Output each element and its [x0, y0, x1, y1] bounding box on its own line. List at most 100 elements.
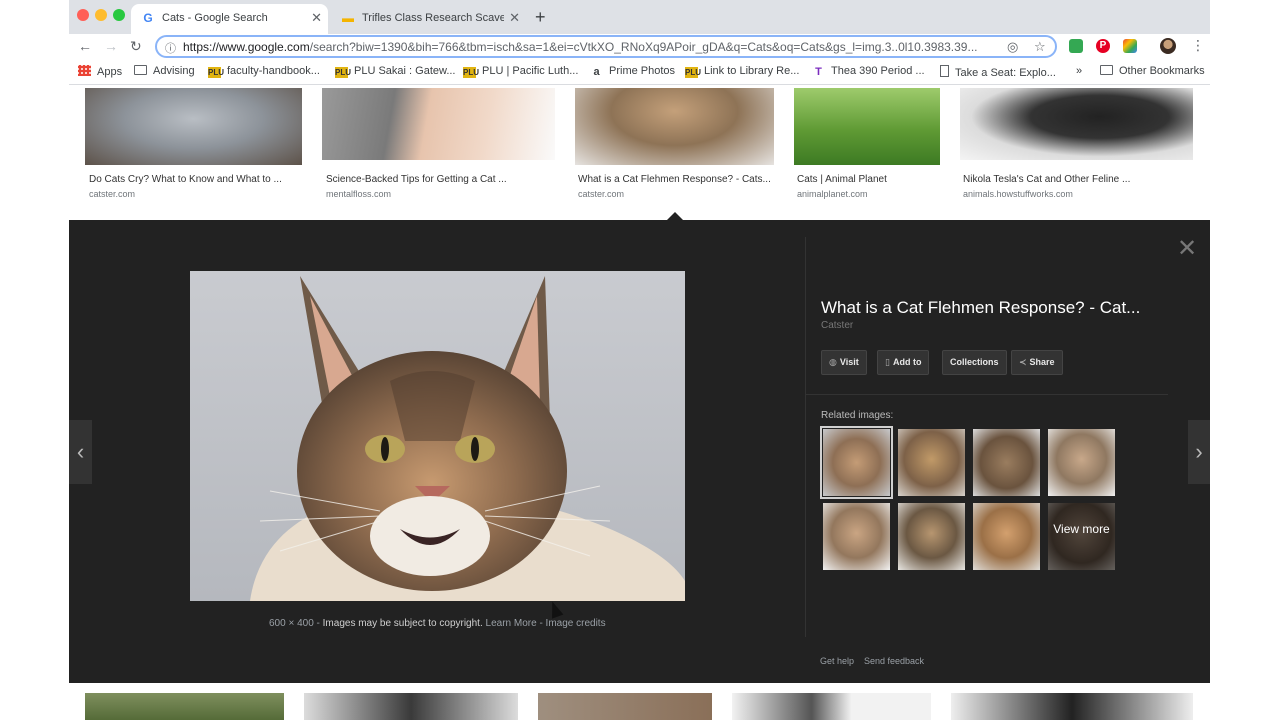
- url-text[interactable]: https://www.google.com/search?biw=1390&b…: [183, 40, 995, 54]
- related-images-label: Related images:: [821, 410, 894, 421]
- chevron-left-icon: ‹: [76, 439, 85, 464]
- plu-icon: PLU: [335, 67, 351, 78]
- profile-avatar[interactable]: [1160, 38, 1176, 54]
- desktop-right: [1210, 0, 1280, 720]
- site-info-icon[interactable]: ⓘ: [165, 40, 176, 56]
- forward-arrow-icon[interactable]: →: [104, 38, 118, 54]
- result-caption[interactable]: Science-Backed Tips for Getting a Cat ..…: [326, 174, 507, 199]
- bookmark-thea-390[interactable]: T Thea 390 Period ...: [812, 65, 924, 78]
- image-meta: 600 × 400 - Images may be subject to cop…: [269, 618, 606, 629]
- related-image[interactable]: [898, 503, 965, 570]
- add-to-button[interactable]: ▯ Add to: [877, 350, 930, 375]
- panel-separator: [806, 394, 1168, 395]
- related-image[interactable]: [823, 503, 890, 570]
- bookmark-plu-pacific[interactable]: PLU PLU | Pacific Luth...: [463, 65, 578, 78]
- location-icon[interactable]: ◎: [1007, 39, 1018, 55]
- bookmark-library[interactable]: PLU Link to Library Re...: [685, 65, 799, 78]
- minimize-window-button[interactable]: [95, 9, 107, 21]
- tab-cats-google-search[interactable]: G Cats - Google Search ✕: [131, 4, 328, 34]
- document-icon: [940, 65, 949, 77]
- result-image[interactable]: [304, 693, 518, 720]
- result-image[interactable]: [575, 88, 774, 165]
- folder-icon: [134, 65, 147, 75]
- share-icon: ≺: [1019, 357, 1027, 367]
- next-image-button[interactable]: ›: [1188, 420, 1210, 484]
- preview-image[interactable]: [190, 271, 685, 601]
- maximize-window-button[interactable]: [113, 9, 125, 21]
- plu-icon: PLU: [208, 67, 224, 78]
- bookmark-plu-sakai[interactable]: PLU PLU Sakai : Gatew...: [335, 65, 456, 78]
- folder-icon: [1100, 65, 1113, 75]
- extension-color-icon[interactable]: [1123, 39, 1137, 53]
- previous-image-button[interactable]: ‹: [69, 420, 92, 484]
- result-image[interactable]: [951, 693, 1193, 720]
- google-favicon-icon: G: [143, 11, 153, 25]
- bookmarks-overflow-button[interactable]: »: [1076, 65, 1082, 77]
- copyright-notice: Images may be subject to copyright.: [322, 618, 483, 629]
- image-dimensions: 600 × 400: [269, 618, 314, 629]
- image-results-row-bottom: [69, 683, 1210, 720]
- related-image[interactable]: [973, 503, 1040, 570]
- address-bar[interactable]: ⓘ https://www.google.com/search?biw=1390…: [155, 35, 1057, 58]
- learn-more-link[interactable]: Learn More: [486, 618, 537, 629]
- result-caption[interactable]: Do Cats Cry? What to Know and What to ..…: [89, 174, 282, 199]
- result-image[interactable]: [794, 88, 940, 165]
- get-help-link[interactable]: Get help: [820, 656, 854, 666]
- desktop-left: [0, 0, 69, 720]
- bookmark-advising[interactable]: Advising: [134, 65, 195, 77]
- send-feedback-link[interactable]: Send feedback: [864, 656, 924, 666]
- tab-strip: G Cats - Google Search ✕ ▬ Trifles Class…: [69, 0, 1210, 34]
- browser-menu-icon[interactable]: ⋮: [1191, 37, 1205, 54]
- result-caption[interactable]: What is a Cat Flehmen Response? - Cats..…: [578, 174, 771, 199]
- preview-title[interactable]: What is a Cat Flehmen Response? - Cat...: [821, 298, 1140, 318]
- bookmark-faculty-handbook[interactable]: PLU faculty-handbook...: [208, 65, 320, 78]
- bookmark-star-icon[interactable]: ☆: [1034, 39, 1046, 55]
- image-results-row: Do Cats Cry? What to Know and What to ..…: [69, 85, 1210, 220]
- view-more-label: View more: [1048, 503, 1115, 570]
- bookmarks-bar: Apps Advising PLU faculty-handbook... PLU…: [69, 61, 1210, 85]
- tab-close-icon[interactable]: ✕: [311, 10, 322, 26]
- image-preview-panel: ‹ 600 × 400 - Images may be subject to c…: [69, 220, 1210, 683]
- image-credits-link[interactable]: Image credits: [546, 618, 606, 629]
- collections-button[interactable]: Collections: [942, 350, 1007, 375]
- plu-icon: PLU: [685, 67, 701, 78]
- tab-close-icon[interactable]: ✕: [509, 10, 520, 26]
- tab-trifles-research[interactable]: ▬ Trifles Class Research Scaveng ✕: [331, 4, 526, 34]
- close-preview-icon[interactable]: ✕: [1177, 234, 1197, 263]
- browser-window: G Cats - Google Search ✕ ▬ Trifles Class…: [69, 0, 1210, 720]
- panel-divider: [805, 237, 806, 637]
- related-image[interactable]: [820, 426, 893, 499]
- bookmark-prime-photos[interactable]: a Prime Photos: [590, 65, 675, 78]
- visit-button[interactable]: ◍ Visit: [821, 350, 867, 375]
- new-tab-button[interactable]: +: [535, 7, 546, 28]
- apps-grid-icon: [78, 65, 91, 76]
- pinterest-icon[interactable]: P: [1096, 39, 1110, 53]
- bookmark-apps[interactable]: Apps: [78, 65, 122, 78]
- preview-source[interactable]: Catster: [821, 320, 853, 331]
- share-button[interactable]: ≺ Share: [1011, 350, 1063, 375]
- bookmark-take-a-seat[interactable]: Take a Seat: Explo...: [940, 65, 1056, 79]
- result-caption[interactable]: Cats | Animal Planet animalplanet.com: [797, 174, 887, 199]
- related-image[interactable]: [973, 429, 1040, 496]
- result-image[interactable]: [538, 693, 712, 720]
- extension-green-icon[interactable]: [1069, 39, 1083, 53]
- result-image[interactable]: [960, 88, 1193, 160]
- back-arrow-icon[interactable]: ←: [78, 38, 92, 54]
- bookmark-other-bookmarks[interactable]: Other Bookmarks: [1100, 65, 1205, 77]
- view-more-related[interactable]: View more: [1048, 503, 1115, 570]
- result-image[interactable]: [322, 88, 555, 160]
- related-image[interactable]: [898, 429, 965, 496]
- reload-icon[interactable]: ↻: [130, 38, 142, 55]
- slides-favicon-icon: ▬: [342, 11, 354, 25]
- chevron-right-icon: ›: [1195, 439, 1203, 464]
- result-image[interactable]: [85, 88, 302, 165]
- related-image[interactable]: [1048, 429, 1115, 496]
- result-image[interactable]: [732, 693, 931, 720]
- cat-photo: [190, 271, 685, 601]
- amazon-icon: a: [593, 66, 600, 78]
- browser-toolbar: ← → ↻ ⓘ https://www.google.com/search?bi…: [69, 34, 1210, 61]
- result-image[interactable]: [85, 693, 284, 720]
- close-window-button[interactable]: [77, 9, 89, 21]
- bookmark-icon: ▯: [885, 357, 890, 367]
- result-caption[interactable]: Nikola Tesla's Cat and Other Feline ... a…: [963, 174, 1130, 199]
